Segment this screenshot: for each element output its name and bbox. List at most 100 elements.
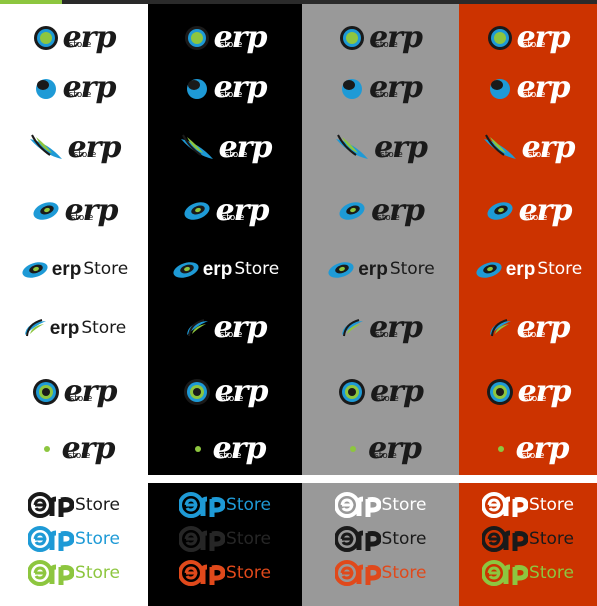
mono-logo-variant: Store: [302, 525, 459, 553]
ellipse-badge-icon: [485, 200, 515, 222]
logo-variant: erp store: [302, 312, 459, 344]
half-swoosh-icon: [487, 318, 513, 338]
logo-erp-word: erp: [505, 258, 536, 280]
logo-store-label: store: [375, 330, 398, 340]
logo-store-label: store: [380, 150, 403, 160]
mono-badge-icon: [482, 560, 529, 586]
ellipse-badge-icon: [31, 200, 61, 222]
logo-store-label: store: [527, 150, 551, 160]
ring-badge-icon: [32, 378, 60, 406]
mono-logo-variant: Store: [148, 491, 302, 519]
mono-store-word: Store: [226, 494, 271, 515]
logo-variant: erp store: [459, 312, 597, 344]
logo-variant: erp store: [302, 195, 459, 227]
swoosh-wordmark-icon: [474, 259, 504, 279]
logo-variant: erp store: [148, 433, 302, 465]
mono-logo-variant: Store: [148, 525, 302, 553]
logo-store-label: store: [524, 213, 548, 223]
logo-erp-word: erp: [358, 258, 388, 280]
drop-badge-icon: [487, 75, 513, 101]
mono-store-word: Store: [75, 562, 120, 583]
ellipse-badge-icon: [337, 200, 367, 222]
logo-variant: erp store: [302, 22, 459, 54]
logo-variant: erp store: [459, 195, 597, 227]
logo-variant: erp store: [459, 22, 597, 54]
logo-store-label: store: [68, 40, 92, 50]
logo-variant: erp store: [459, 376, 597, 408]
logo-variant: erp store: [0, 376, 148, 408]
logo-variant: erp store: [148, 376, 302, 408]
logo-store-label: store: [375, 90, 398, 100]
ring-badge-icon: [338, 378, 366, 406]
mono-logo-variant: Store: [0, 559, 148, 587]
half-swoosh-icon: [184, 318, 210, 338]
logo-store-label: store: [522, 40, 546, 50]
mono-badge-icon: [334, 492, 381, 518]
logo-variant: erp store: [459, 433, 597, 465]
swoosh-wordmark-icon: [171, 259, 201, 279]
crescent-badge-icon: [340, 435, 364, 463]
mono-store-word: Store: [226, 528, 271, 549]
logo-variant: erp store: [148, 195, 302, 227]
logo-store-label: store: [220, 394, 244, 404]
mono-logo-variant: Store: [459, 559, 597, 587]
color-column-black: erp store erp store erp store erp store …: [148, 4, 302, 606]
logo-variant: erp store: [302, 132, 459, 164]
logo-store-label: store: [224, 150, 248, 160]
circle-badge-icon: [339, 25, 365, 51]
color-column-red: erp store erp store erp store erp store …: [459, 4, 597, 606]
ring-badge-icon: [183, 378, 211, 406]
mono-logo-variant: Store: [302, 559, 459, 587]
drop-badge-icon: [33, 75, 59, 101]
logo-store-label: store: [68, 90, 92, 100]
mono-badge-icon: [179, 560, 226, 586]
logo-erp-word: erp: [49, 317, 80, 339]
crescent-badge-icon: [488, 435, 512, 463]
mono-badge-icon: [28, 560, 75, 586]
logo-variant: erp store: [459, 72, 597, 104]
logo-store-label: store: [73, 150, 97, 160]
logo-store-label: store: [219, 40, 243, 50]
logo-variant: erp store: [0, 195, 148, 227]
mono-logo-variant: Store: [302, 491, 459, 519]
ellipse-badge-icon: [182, 200, 212, 222]
mono-badge-icon: [482, 526, 529, 552]
logo-store-label: store: [522, 90, 546, 100]
color-column-white: erp store erp store erp store erp store …: [0, 4, 148, 606]
mono-store-word: Store: [529, 528, 574, 549]
logo-store-label: store: [521, 451, 545, 461]
logo-store-word: Store: [537, 258, 583, 279]
logo-store-label: store: [377, 213, 400, 223]
logo-variant: erp Store: [459, 253, 597, 285]
logo-variant: erp store: [148, 312, 302, 344]
section-divider: [147, 475, 597, 483]
logo-store-label: store: [67, 451, 91, 461]
logo-store-label: store: [219, 330, 243, 340]
mono-badge-icon: [28, 492, 75, 518]
mono-badge-icon: [334, 560, 381, 586]
logo-store-label: store: [69, 394, 93, 404]
logo-store-label: store: [219, 90, 243, 100]
logo-variant: erp store: [302, 433, 459, 465]
mono-badge-icon: [179, 526, 226, 552]
swoosh-icon: [179, 133, 215, 163]
swoosh-icon: [28, 133, 64, 163]
logo-variant: erp store: [148, 132, 302, 164]
logo-variant: erp store: [0, 433, 148, 465]
logo-store-label: store: [376, 394, 399, 404]
mono-badge-icon: [482, 492, 529, 518]
half-swoosh-icon: [22, 318, 48, 338]
mono-badge-icon: [28, 526, 75, 552]
half-swoosh-icon: [339, 318, 365, 338]
color-column-gray: erp store erp store erp store erp store …: [302, 4, 459, 606]
swoosh-icon: [334, 133, 370, 163]
logo-variant: erp store: [148, 72, 302, 104]
swoosh-wordmark-icon: [20, 259, 50, 279]
logo-variant: erp store: [0, 22, 148, 54]
logo-variant: erp store: [148, 22, 302, 54]
crescent-badge-icon: [185, 435, 209, 463]
logo-store-label: store: [375, 40, 398, 50]
swoosh-icon: [482, 133, 518, 163]
mono-logo-variant: Store: [459, 525, 597, 553]
circle-badge-icon: [487, 25, 513, 51]
